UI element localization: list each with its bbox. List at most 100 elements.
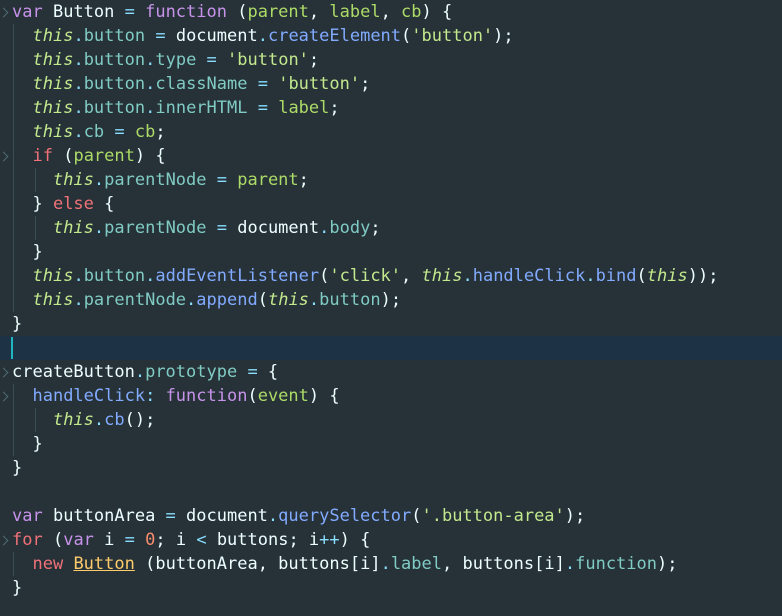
code-token: . [73, 266, 84, 286]
code-token: label [329, 2, 381, 22]
code-token: button [83, 74, 146, 94]
code-token: . [186, 290, 197, 310]
code-line[interactable]: this.button.className = 'button'; [0, 72, 782, 96]
fold-chevron-icon[interactable] [0, 7, 9, 18]
code-token: parentNode [104, 170, 217, 190]
code-token: ( [237, 2, 248, 22]
code-line[interactable]: new Button (buttonArea, buttons[i].label… [0, 552, 782, 576]
active-code-line[interactable] [0, 336, 782, 360]
code-token: ] [554, 554, 565, 574]
code-token: ( [63, 146, 74, 166]
code-token: innerHTML [155, 98, 258, 118]
fold-chevron-icon[interactable] [0, 151, 9, 162]
code-token: ; [308, 50, 320, 70]
code-token: . [257, 26, 268, 46]
code-token: ) { [308, 386, 340, 406]
code-token: 'button' [411, 26, 494, 46]
code-token: . [134, 362, 146, 382]
code-line[interactable]: } [0, 240, 782, 264]
code-line[interactable]: this.parentNode = parent; [0, 168, 782, 192]
code-line[interactable]: this.button.innerHTML = label; [0, 96, 782, 120]
code-token: this [421, 266, 463, 286]
code-token: document [237, 218, 320, 238]
code-token: i [360, 554, 371, 574]
code-line[interactable]: this.button.addEventListener('click', th… [0, 264, 782, 288]
code-token: } [12, 458, 23, 478]
code-token: createButton [12, 362, 135, 382]
code-text: this.cb(); [12, 408, 155, 432]
code-token: . [145, 74, 156, 94]
code-token: createElement [267, 26, 402, 46]
code-token: this [32, 266, 74, 286]
code-token: var [63, 530, 105, 550]
code-line[interactable]: } [0, 456, 782, 480]
code-token: < [196, 530, 217, 550]
code-line[interactable] [0, 480, 782, 504]
code-text: var Button = function (parent, label, cb… [12, 0, 452, 24]
code-token: = [155, 26, 176, 46]
code-line[interactable]: createButton.prototype = { [0, 360, 782, 384]
code-token: 'click' [329, 266, 402, 286]
code-text: if (parent) { [12, 144, 165, 168]
code-line[interactable]: this.cb = cb; [0, 120, 782, 144]
code-editor[interactable]: var Button = function (parent, label, cb… [0, 0, 782, 616]
code-token: = [216, 218, 238, 238]
code-token: . [73, 98, 84, 118]
code-line[interactable]: this.cb(); [0, 408, 782, 432]
code-token: = [206, 50, 228, 70]
code-line[interactable]: handleClick: function(event) { [0, 384, 782, 408]
code-line[interactable]: } [0, 432, 782, 456]
fold-chevron-icon[interactable] [0, 391, 9, 402]
text-cursor [11, 337, 13, 359]
code-token: button [83, 50, 146, 70]
code-token: new [32, 554, 74, 574]
code-token: addEventListener [155, 266, 320, 286]
code-line[interactable]: } else { [0, 192, 782, 216]
code-line[interactable]: this.parentNode.append(this.button); [0, 288, 782, 312]
code-token: if [32, 146, 64, 166]
code-line[interactable]: } [0, 576, 782, 600]
code-token: label [278, 98, 330, 118]
code-token: ( [636, 266, 647, 286]
code-token: this [32, 26, 74, 46]
code-token: ; [360, 74, 371, 94]
code-line[interactable]: } [0, 312, 782, 336]
code-token: button [83, 26, 156, 46]
code-token: handleClick [32, 386, 146, 406]
code-token: . [462, 266, 473, 286]
fold-chevron-icon[interactable] [0, 367, 9, 378]
code-token: function [145, 2, 238, 22]
code-token: = [247, 362, 268, 382]
code-token: buttonArea [52, 506, 166, 526]
code-line[interactable]: this.button.type = 'button'; [0, 48, 782, 72]
code-token: } [12, 314, 23, 334]
code-token: Button [73, 554, 135, 574]
code-token: i [104, 530, 125, 550]
code-token: ) { [339, 530, 371, 550]
code-token: prototype [145, 362, 248, 382]
code-token: ; i [155, 530, 197, 550]
code-line[interactable]: this.button = document.createElement('bu… [0, 24, 782, 48]
code-token: var [12, 506, 53, 526]
code-text: } [12, 240, 42, 264]
code-line[interactable]: var buttonArea = document.querySelector(… [0, 504, 782, 528]
code-token: . [73, 74, 84, 94]
code-line[interactable]: this.parentNode = document.body; [0, 216, 782, 240]
code-token: 0 [145, 530, 156, 550]
code-token: var [12, 2, 53, 22]
code-token: = [257, 74, 279, 94]
code-line[interactable]: for (var i = 0; i < buttons; i++) { [0, 528, 782, 552]
code-line[interactable]: var Button = function (parent, label, cb… [0, 0, 782, 24]
code-token: this [32, 74, 74, 94]
code-token: , [308, 2, 330, 22]
code-token: cb [104, 410, 125, 430]
code-token: ; [370, 218, 381, 238]
code-token: . [145, 98, 156, 118]
code-line[interactable]: if (parent) { [0, 144, 782, 168]
fold-chevron-icon[interactable] [0, 535, 9, 546]
